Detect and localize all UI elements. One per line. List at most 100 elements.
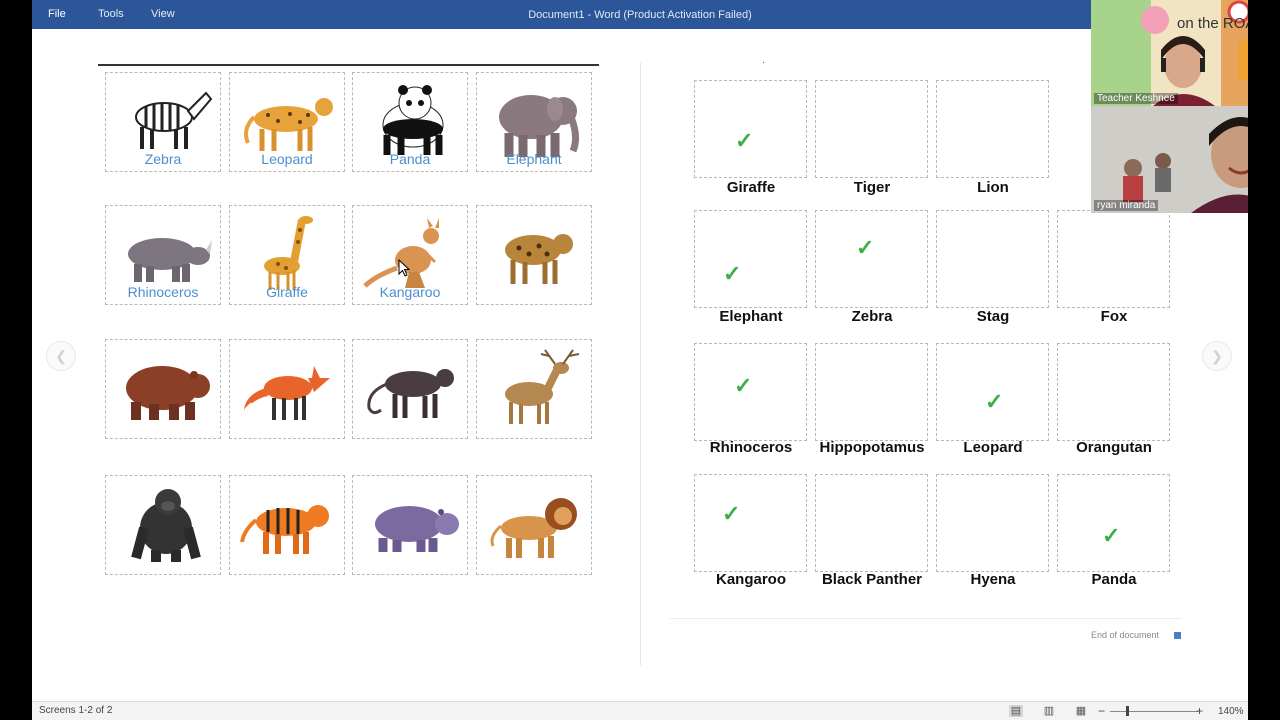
picture-card-label: Elephant xyxy=(506,151,562,167)
answer-label: Orangutan xyxy=(1076,439,1152,456)
picture-card-gorilla[interactable] xyxy=(105,475,221,575)
picture-card-label: Zebra xyxy=(144,151,182,167)
zoom-out-button[interactable]: − xyxy=(1098,704,1105,718)
answer-label: Stag xyxy=(976,308,1010,325)
end-of-document-marker xyxy=(1174,632,1181,639)
lion-icon xyxy=(490,498,577,558)
teacher-name: Teacher Keshnee xyxy=(1094,93,1178,104)
end-of-document-label: End of document xyxy=(1091,630,1160,640)
answer-box[interactable]: ✓ xyxy=(694,80,807,178)
picture-card-hippopotamus[interactable] xyxy=(352,475,468,575)
mouse-cursor-icon xyxy=(398,259,410,277)
answer-label: Tiger xyxy=(853,179,891,196)
answer-box[interactable]: ✓ xyxy=(815,210,928,308)
picture-card-label: Giraffe xyxy=(266,284,308,300)
hyena-icon xyxy=(505,234,573,284)
answer-box[interactable] xyxy=(1057,343,1170,441)
page-top-rule xyxy=(98,64,599,66)
stray-mark: . xyxy=(762,55,765,66)
check-icon: ✓ xyxy=(734,373,753,398)
picture-card-giraffe[interactable]: Giraffe xyxy=(229,205,345,305)
student-name: ryan miranda xyxy=(1094,200,1159,211)
zebra-icon xyxy=(135,91,213,149)
word-window: File Tools View Document1 - Word (Produc… xyxy=(32,0,1248,720)
chevron-left-icon[interactable]: ❮ xyxy=(46,341,76,371)
zoom-level[interactable]: 140% xyxy=(1218,706,1244,717)
picture-card-black-panther[interactable] xyxy=(352,339,468,439)
picture-card-panda[interactable]: Panda xyxy=(352,72,468,172)
picture-card-fox[interactable] xyxy=(229,339,345,439)
web-icon[interactable]: ▦ xyxy=(1074,705,1088,717)
bear-icon xyxy=(126,366,210,420)
answer-box[interactable] xyxy=(815,80,928,178)
check-icon: ✓ xyxy=(723,261,742,286)
status-bar: Screens 1-2 of 2 ▤ ▥ ▦ − + 140% xyxy=(32,701,1248,720)
giraffe-icon xyxy=(264,216,313,290)
answer-box[interactable] xyxy=(936,80,1049,178)
kangaroo-icon xyxy=(363,218,439,288)
picture-card-label: Rhinoceros xyxy=(127,284,199,300)
picture-card-label: Kangaroo xyxy=(379,284,441,300)
answer-box[interactable]: ✓ xyxy=(694,210,807,308)
picture-card-hyena[interactable] xyxy=(476,205,592,305)
fox-icon xyxy=(244,366,330,420)
stag-icon xyxy=(505,349,580,424)
answer-label: Rhinoceros xyxy=(709,439,793,456)
zoom-slider-thumb[interactable] xyxy=(1126,706,1129,716)
answer-box[interactable]: ✓ xyxy=(1057,474,1170,572)
black-panther-icon xyxy=(367,369,454,418)
picture-card-kangaroo[interactable]: Kangaroo xyxy=(352,205,468,305)
picture-card-zebra[interactable]: Zebra xyxy=(105,72,221,172)
answer-label: Elephant xyxy=(719,308,783,325)
picture-card-label: Panda xyxy=(389,151,431,167)
video-tile-teacher: on the ROAD Teacher Keshnee xyxy=(1091,0,1248,106)
answer-label: Zebra xyxy=(851,308,893,325)
answer-label: Lion xyxy=(977,179,1009,196)
answer-label: Giraffe xyxy=(726,179,776,196)
answer-box[interactable] xyxy=(815,474,928,572)
tiger-icon xyxy=(240,505,329,554)
picture-card-tiger[interactable] xyxy=(229,475,345,575)
leopard-icon xyxy=(244,98,333,151)
zoom-in-button[interactable]: + xyxy=(1196,704,1203,718)
rhinoceros-icon xyxy=(128,238,212,282)
read-mode-area: ❮ ❯ . Zebra Leopard Panda Elephant Rhinocero… xyxy=(32,29,1248,701)
answer-box[interactable] xyxy=(815,343,928,441)
check-icon: ✓ xyxy=(722,501,741,526)
video-tile-student: ryan miranda xyxy=(1091,106,1248,213)
picture-card-label: Leopard xyxy=(261,151,313,167)
zoom-slider[interactable] xyxy=(1110,711,1198,712)
elephant-icon xyxy=(499,95,580,157)
check-icon: ✓ xyxy=(735,128,754,153)
check-icon: ✓ xyxy=(985,389,1004,414)
page-icon[interactable]: ▥ xyxy=(1042,705,1056,717)
check-icon: ✓ xyxy=(1102,523,1121,548)
picture-card-elephant[interactable]: Elephant xyxy=(476,72,592,172)
hippopotamus-icon xyxy=(375,506,459,552)
picture-card-bear[interactable] xyxy=(105,339,221,439)
answer-label: Fox xyxy=(1100,308,1128,325)
answer-label: Panda xyxy=(1091,571,1137,588)
book-icon[interactable]: ▤ xyxy=(1009,705,1023,717)
teacher-video-frame: on the ROAD xyxy=(1091,0,1248,106)
picture-card-stag[interactable] xyxy=(476,339,592,439)
gorilla-icon xyxy=(131,489,201,562)
picture-card-rhinoceros[interactable]: Rhinoceros xyxy=(105,205,221,305)
answer-box[interactable] xyxy=(1057,210,1170,308)
answer-box[interactable]: ✓ xyxy=(694,343,807,441)
picture-card-lion[interactable] xyxy=(476,475,592,575)
answer-label: Leopard xyxy=(963,439,1023,456)
answer-label: Hyena xyxy=(970,571,1016,588)
window-title: Document1 - Word (Product Activation Fai… xyxy=(528,9,752,21)
answer-label: Kangaroo xyxy=(715,571,786,588)
panda-icon xyxy=(382,85,444,155)
answer-box[interactable] xyxy=(936,474,1049,572)
picture-card-leopard[interactable]: Leopard xyxy=(229,72,345,172)
answer-box[interactable]: ✓ xyxy=(936,343,1049,441)
screen-count: Screens 1-2 of 2 xyxy=(39,705,113,716)
title-bar: File Tools View Document1 - Word (Produc… xyxy=(32,0,1248,29)
answer-box[interactable] xyxy=(936,210,1049,308)
chevron-right-icon[interactable]: ❯ xyxy=(1202,341,1232,371)
answer-label: Black Panther xyxy=(821,571,923,588)
answer-box[interactable]: ✓ xyxy=(694,474,807,572)
